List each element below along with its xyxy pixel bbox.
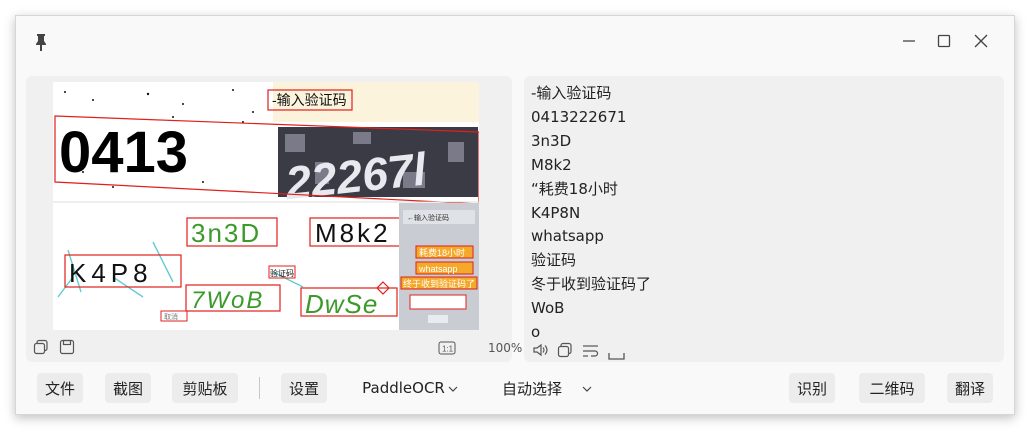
svg-text:耗费18小时: 耗费18小时: [419, 247, 465, 258]
language-label: 自动选择: [502, 379, 563, 398]
result-line: -输入验证码: [531, 84, 612, 102]
result-line: K4P8N: [531, 203, 581, 222]
result-line: whatsapp: [531, 227, 604, 246]
svg-text:终于收到验证码了: 终于收到验证码了: [403, 278, 475, 289]
clipboard-button[interactable]: 剪贴板: [172, 373, 238, 403]
captcha-image[interactable]: 0413 22267l -输入验证码 3n3D M8k2 K4P8 7WoB D…: [53, 82, 479, 330]
title-bar: [16, 16, 1014, 64]
svg-text:←输入验证码: ←输入验证码: [407, 213, 449, 222]
screenshot-button[interactable]: 截图: [105, 373, 151, 403]
minimize-icon[interactable]: [896, 28, 922, 54]
ocr-result-text[interactable]: -输入验证码 0413222671 3n3D M8k2 “耗费18小时 K4P8…: [531, 82, 651, 345]
pin-icon[interactable]: [34, 32, 48, 52]
copy-image-icon[interactable]: [33, 339, 49, 359]
qrcode-button[interactable]: 二维码: [859, 373, 925, 403]
copy-text-icon[interactable]: [557, 342, 573, 362]
result-line: 验证码: [531, 251, 577, 270]
actual-size-icon[interactable]: 1:1: [438, 340, 456, 359]
svg-text:whatsapp: whatsapp: [418, 264, 458, 274]
chevron-down-icon: [448, 379, 458, 397]
captcha-digit-0: 0413: [59, 120, 188, 185]
ocr-window: 0413 22267l -输入验证码 3n3D M8k2 K4P8 7WoB D…: [15, 15, 1015, 415]
image-preview-panel: 0413 22267l -输入验证码 3n3D M8k2 K4P8 7WoB D…: [26, 76, 522, 362]
save-image-icon[interactable]: [59, 339, 75, 359]
language-select[interactable]: 自动选择: [494, 373, 612, 403]
result-line: WoB: [531, 299, 565, 318]
bottom-toolbar: 文件 截图 剪贴板 设置 PaddleOCR 自动选择 识别 二维码 翻译: [16, 373, 1014, 407]
chevron-down-icon: [582, 379, 592, 397]
svg-text:3n3D: 3n3D: [191, 218, 261, 248]
svg-text:取消: 取消: [164, 312, 178, 321]
ocr-engine-select[interactable]: PaddleOCR: [349, 373, 471, 403]
file-button[interactable]: 文件: [37, 373, 83, 403]
svg-text:7WoB: 7WoB: [191, 287, 264, 314]
svg-text:验证码: 验证码: [270, 268, 294, 278]
wrap-lines-icon[interactable]: [582, 343, 600, 362]
translate-button[interactable]: 翻译: [947, 373, 993, 403]
captcha-header-label: -输入验证码: [272, 92, 347, 108]
space-icon[interactable]: [608, 346, 626, 365]
result-line: 3n3D: [531, 131, 572, 150]
result-line: M8k2: [531, 155, 572, 174]
maximize-icon[interactable]: [931, 28, 957, 54]
svg-text:K4P8: K4P8: [69, 258, 153, 288]
toolbar-separator: [259, 377, 260, 399]
speaker-icon[interactable]: [532, 342, 550, 362]
zoom-level: 100%: [488, 341, 523, 355]
recognize-button[interactable]: 识别: [789, 373, 835, 403]
settings-button[interactable]: 设置: [281, 373, 327, 403]
svg-text:DwSe: DwSe: [305, 289, 378, 319]
result-line: 0413222671: [531, 107, 627, 126]
ocr-result-panel[interactable]: -输入验证码 0413222671 3n3D M8k2 “耗费18小时 K4P8…: [524, 76, 1004, 362]
close-icon[interactable]: [968, 28, 994, 54]
result-line: “耗费18小时: [531, 179, 618, 198]
svg-text:M8k2: M8k2: [315, 218, 391, 248]
ocr-engine-label: PaddleOCR: [362, 379, 445, 397]
svg-text:1:1: 1:1: [442, 345, 454, 354]
result-line: 冬于收到验证码了: [531, 275, 652, 294]
